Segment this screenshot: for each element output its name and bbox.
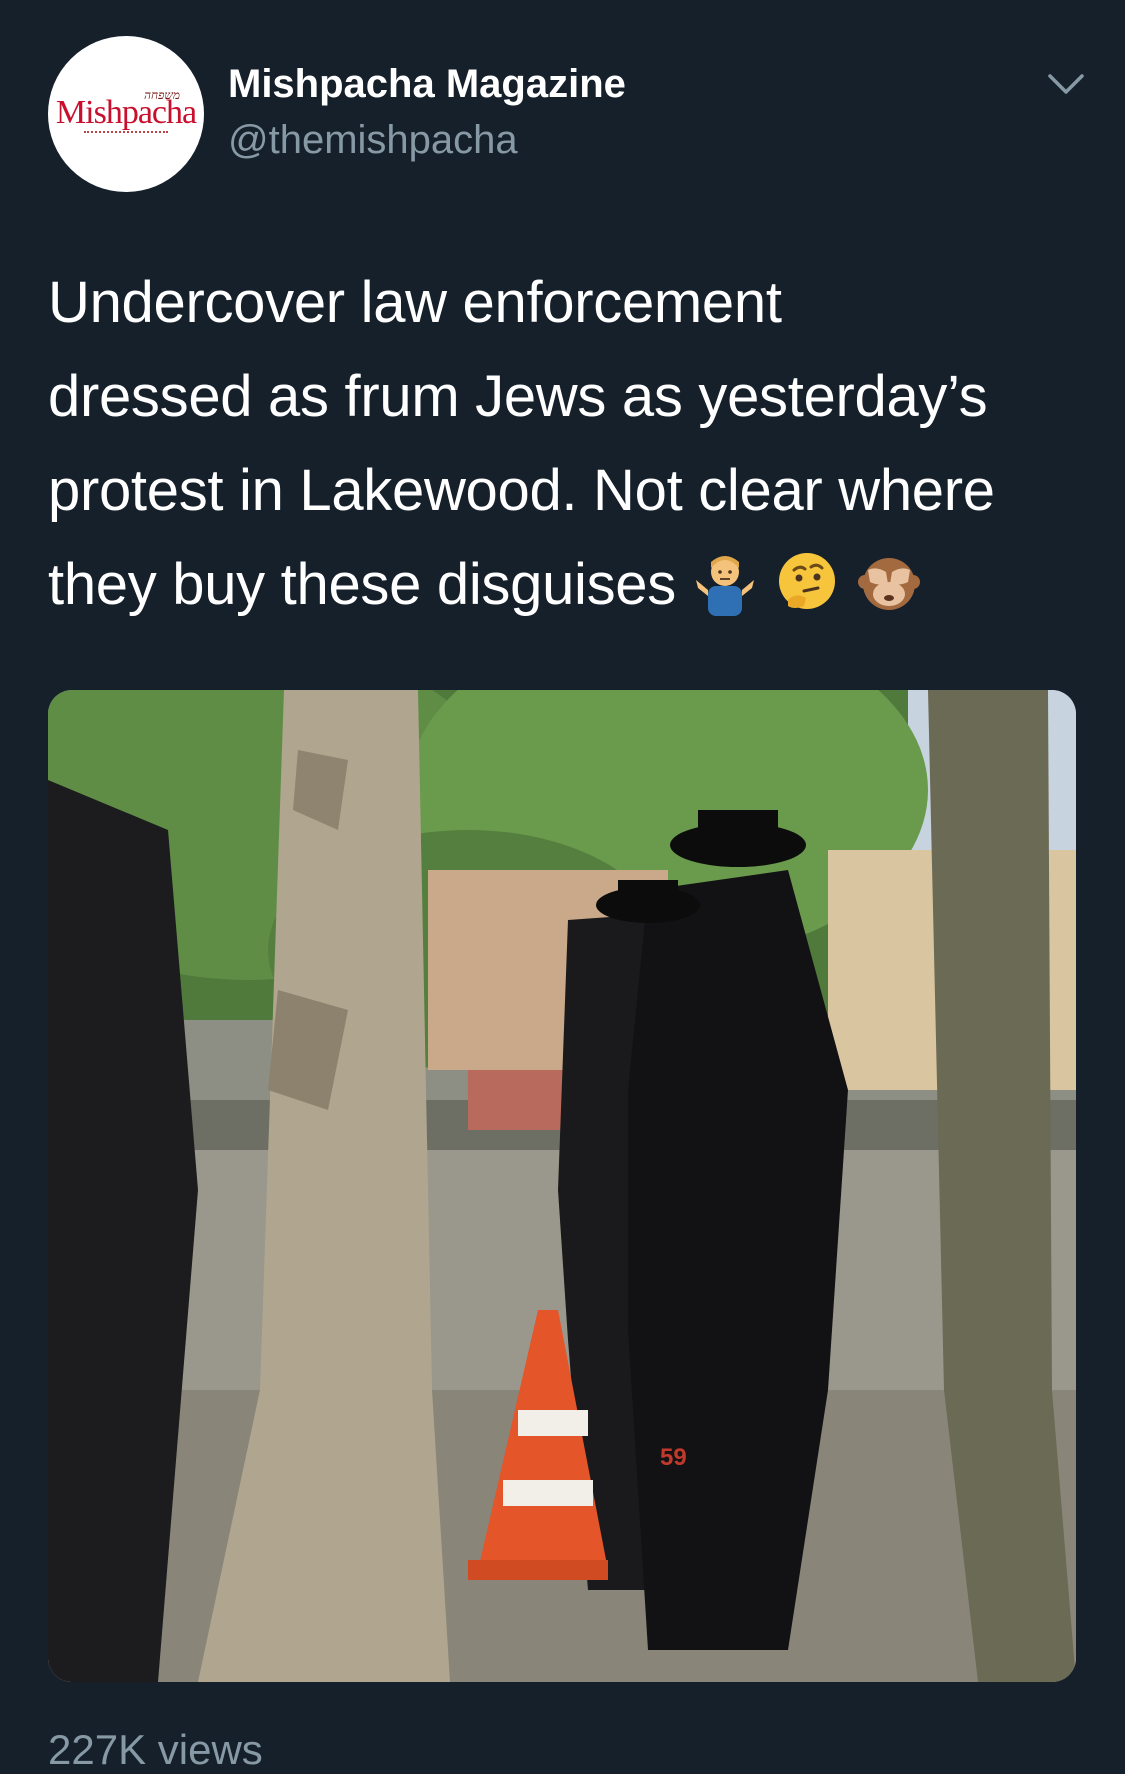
tweet-text-line: dressed as frum Jews as yesterday’s [48,364,988,429]
tweet-text: Undercover law enforcement dressed as fr… [48,256,1088,632]
tweet-text-line-content: they buy these disguises [48,552,676,617]
video-overlay-number: 59 [660,1444,687,1471]
account-handle[interactable]: @themishpacha [228,118,518,163]
see-no-evil-monkey-emoji [856,550,922,616]
account-name[interactable]: Mishpacha Magazine [228,62,626,107]
tweet-text-line: they buy these disguises [48,538,1088,632]
video-media[interactable]: 59 [48,690,1076,1682]
avatar-logo-tagline [84,131,168,137]
man-shrugging-emoji [692,550,758,616]
tweet-header: משפחה Mishpacha Mishpacha Magazine @them… [48,36,1088,192]
chevron-down-icon[interactable] [1044,66,1088,102]
tweet-text-line: protest in Lakewood. Not clear where [48,458,995,523]
tweet-card: משפחה Mishpacha Mishpacha Magazine @them… [0,0,1125,1773]
avatar[interactable]: משפחה Mishpacha [48,36,204,192]
view-count: 227K views [48,1726,263,1773]
avatar-logo: Mishpacha [55,94,197,131]
thinking-face-emoji [774,550,840,616]
tweet-text-line: Undercover law enforcement [48,270,782,335]
